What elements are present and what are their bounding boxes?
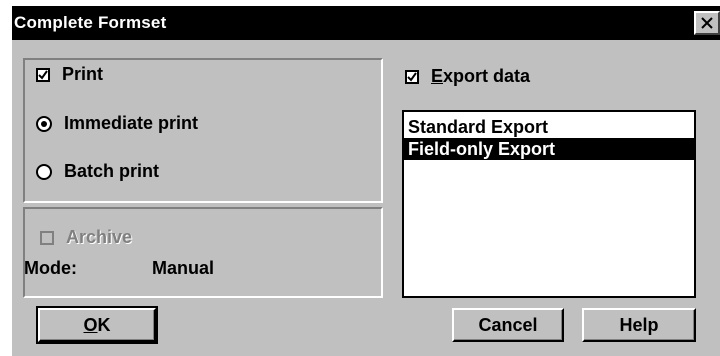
archive-checkbox-row: Archive	[40, 227, 132, 248]
close-button[interactable]	[694, 11, 720, 35]
ok-button[interactable]: OK	[36, 306, 158, 344]
cancel-button[interactable]: Cancel	[452, 308, 564, 342]
batch-print-radio[interactable]	[36, 163, 52, 180]
archive-group	[23, 207, 383, 298]
batch-print-label: Batch print	[64, 161, 160, 181]
complete-formset-dialog: Complete Formset Print Immediate print B…	[12, 6, 720, 356]
print-checkbox-row[interactable]: Print	[36, 64, 103, 85]
immediate-print-radio[interactable]	[36, 115, 52, 132]
print-checkbox[interactable]	[36, 67, 50, 82]
ok-button-label: OK	[83, 314, 111, 335]
export-format-listbox[interactable]: Standard Export Field-only Export	[402, 110, 696, 298]
archive-label: Archive	[66, 227, 133, 247]
title-bar: Complete Formset	[12, 6, 720, 40]
archive-checkbox	[40, 230, 54, 245]
radio-selected-dot	[41, 120, 47, 127]
print-label: Print	[62, 64, 104, 84]
mode-row: Mode: Manual	[24, 258, 214, 279]
close-icon	[701, 17, 713, 29]
batch-print-radio-row[interactable]: Batch print	[36, 161, 159, 182]
help-button-label: Help	[619, 314, 659, 335]
export-data-checkbox[interactable]	[405, 69, 419, 84]
dialog-title: Complete Formset	[14, 13, 167, 32]
list-item-standard-export[interactable]: Standard Export	[404, 116, 694, 138]
export-data-label: Export data	[431, 66, 531, 86]
mode-value: Manual	[152, 258, 215, 278]
immediate-print-radio-row[interactable]: Immediate print	[36, 113, 198, 134]
cancel-button-label: Cancel	[478, 314, 538, 335]
immediate-print-label: Immediate print	[64, 113, 199, 133]
checkmark-icon	[38, 69, 48, 80]
help-button[interactable]: Help	[582, 308, 696, 342]
export-checkbox-row[interactable]: Export data	[405, 66, 530, 87]
list-item-field-only-export[interactable]: Field-only Export	[404, 138, 694, 160]
checkmark-icon	[407, 71, 417, 82]
mode-label: Mode:	[24, 258, 77, 278]
